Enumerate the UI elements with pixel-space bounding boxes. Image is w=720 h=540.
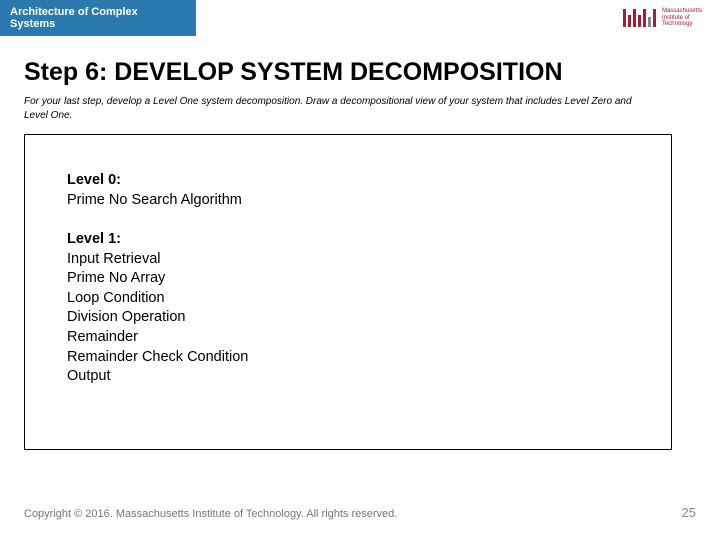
slide-content: Step 6: DEVELOP SYSTEM DECOMPOSITION For… xyxy=(0,36,720,450)
decomposition-box: Level 0: Prime No Search Algorithm Level… xyxy=(24,134,672,450)
level-0-block: Level 0: Prime No Search Algorithm xyxy=(67,171,671,210)
mit-logo-bars xyxy=(623,9,656,27)
level-1-item: Loop Condition xyxy=(67,289,671,309)
level-1-item: Input Retrieval xyxy=(67,250,671,270)
level-1-item: Division Operation xyxy=(67,308,671,328)
copyright-text: Copyright © 2016. Massachusetts Institut… xyxy=(24,508,397,520)
mit-logo: Massachusetts Institute of Technology xyxy=(623,8,702,28)
slide-instruction: For your last step, develop a Level One … xyxy=(24,95,644,122)
level-1-item: Prime No Array xyxy=(67,269,671,289)
slide-title: Step 6: DEVELOP SYSTEM DECOMPOSITION xyxy=(24,58,696,87)
course-title: Architecture of Complex Systems xyxy=(10,6,138,30)
page-number: 25 xyxy=(682,505,696,520)
level-1-label: Level 1: xyxy=(67,230,671,250)
level-1-block: Level 1: Input Retrieval Prime No Array … xyxy=(67,230,671,387)
footer: Copyright © 2016. Massachusetts Institut… xyxy=(24,505,696,520)
mit-logo-text: Massachusetts Institute of Technology xyxy=(662,8,702,28)
header-course-bar: Architecture of Complex Systems xyxy=(0,0,196,36)
level-1-item: Remainder xyxy=(67,328,671,348)
level-0-item: Prime No Search Algorithm xyxy=(67,191,671,211)
level-0-label: Level 0: xyxy=(67,171,671,191)
level-1-item: Output xyxy=(67,367,671,387)
level-1-item: Remainder Check Condition xyxy=(67,348,671,368)
